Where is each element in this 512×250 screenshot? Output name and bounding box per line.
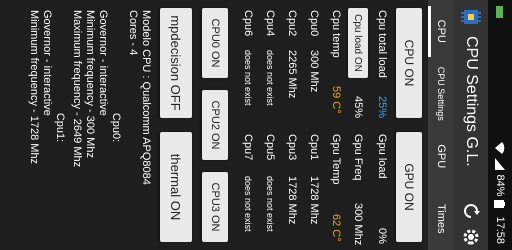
core-name: Cpu1 — [308, 134, 320, 161]
cpu-panel: CPU ON GPU ON Cpu total load 25% Gpu loa… — [0, 0, 428, 250]
cpu-temp-label: Cpu temp — [330, 10, 342, 58]
status-bar: 84% 17:58 — [488, 0, 512, 250]
refresh-button[interactable] — [458, 198, 484, 224]
tab-gpu[interactable]: GPU — [428, 125, 454, 188]
core-name: Cpu6 — [242, 10, 254, 37]
core-freq: 2265 Mhz — [286, 50, 298, 99]
cpu-temp-value: 59 C° — [330, 86, 342, 114]
tab-bar: CPU CPU Settings GPU Times — [428, 0, 454, 250]
cpu-on-button[interactable]: CPU ON — [396, 8, 422, 118]
clock: 17:58 — [494, 216, 506, 244]
cpu-model: Modelo CPU : Qualcomm APQ8084 — [140, 10, 152, 185]
core-freq: 1728 Mhz — [308, 176, 320, 225]
gpu-load-value: 0% — [376, 228, 388, 244]
cpu-load-on-value: 45% — [352, 96, 364, 119]
notification-icon — [495, 6, 505, 18]
cpu0-min-freq: Minimum frequency - 300 Mhz — [84, 10, 96, 158]
battery-percent: 84% — [494, 174, 506, 197]
cpu0-header: Cpu0: — [110, 112, 122, 143]
cpu0-max-freq: Maximum frequency - 2649 Mhz — [71, 10, 83, 168]
settings-gear-icon[interactable] — [458, 224, 484, 250]
app-logo-icon — [460, 6, 482, 28]
status-right: 84% 17:58 — [494, 142, 506, 244]
gpu-temp-label: Gpu Temp — [330, 134, 342, 185]
battery-icon — [494, 200, 505, 212]
core-freq: does not exist — [265, 176, 275, 232]
core-name: Cpu5 — [264, 134, 276, 161]
tab-times[interactable]: Times — [428, 188, 454, 250]
mpdecision-off-button[interactable]: mpdecision OFF — [160, 8, 192, 118]
app-bar: CPU Settings G.L. — [454, 0, 488, 250]
app-screen: 84% 17:58 CPU Settings G.L. CPU CPU Sett… — [0, 0, 512, 250]
cpu1-header: Cpu1: — [54, 112, 66, 143]
cpu1-governor: Governor - interactive — [41, 10, 53, 116]
core-freq: does not exist — [243, 176, 253, 232]
core-freq: 300 Mhz — [308, 50, 320, 93]
app-title: CPU Settings G.L. — [463, 36, 480, 167]
cpu3-on-button[interactable]: CPU3 ON — [202, 172, 228, 242]
core-name: Cpu3 — [286, 134, 298, 161]
gpu-on-button[interactable]: GPU ON — [396, 132, 422, 242]
wifi-icon — [495, 142, 505, 155]
cpu-total-load-label: Cpu total load — [376, 10, 388, 78]
core-name: Cpu0 — [308, 10, 320, 37]
core-name: Cpu4 — [264, 10, 276, 37]
core-freq: does not exist — [243, 50, 253, 106]
signal-icon — [495, 158, 505, 171]
cpu1-min-freq: Minimum frequency - 1728 Mhz — [28, 10, 40, 165]
gpu-freq-label: Gpu Freq — [352, 134, 364, 181]
cpu2-on-button[interactable]: CPU2 ON — [202, 90, 228, 160]
tab-cpu-settings[interactable]: CPU Settings — [428, 63, 454, 126]
core-name: Cpu2 — [286, 10, 298, 37]
gpu-temp-value: 62 C° — [330, 214, 342, 242]
cpu-total-load-value: 25% — [376, 96, 388, 119]
cpu-load-on-button[interactable]: Cpu load ON — [348, 8, 368, 78]
gpu-freq-value: 300 Mhz — [352, 203, 364, 246]
cpu0-on-button[interactable]: CPU0 ON — [202, 8, 228, 78]
tab-cpu[interactable]: CPU — [428, 0, 454, 63]
core-freq: 1728 Mhz — [286, 176, 298, 225]
gpu-load-label: Gpu load — [376, 134, 388, 179]
core-freq: does not exist — [265, 50, 275, 106]
core-name: Cpu7 — [242, 134, 254, 161]
cpu0-governor: Governor - interactive — [97, 10, 109, 116]
cpu-cores: Cores - 4 — [127, 10, 139, 56]
thermal-on-button[interactable]: thermal ON — [160, 132, 192, 242]
